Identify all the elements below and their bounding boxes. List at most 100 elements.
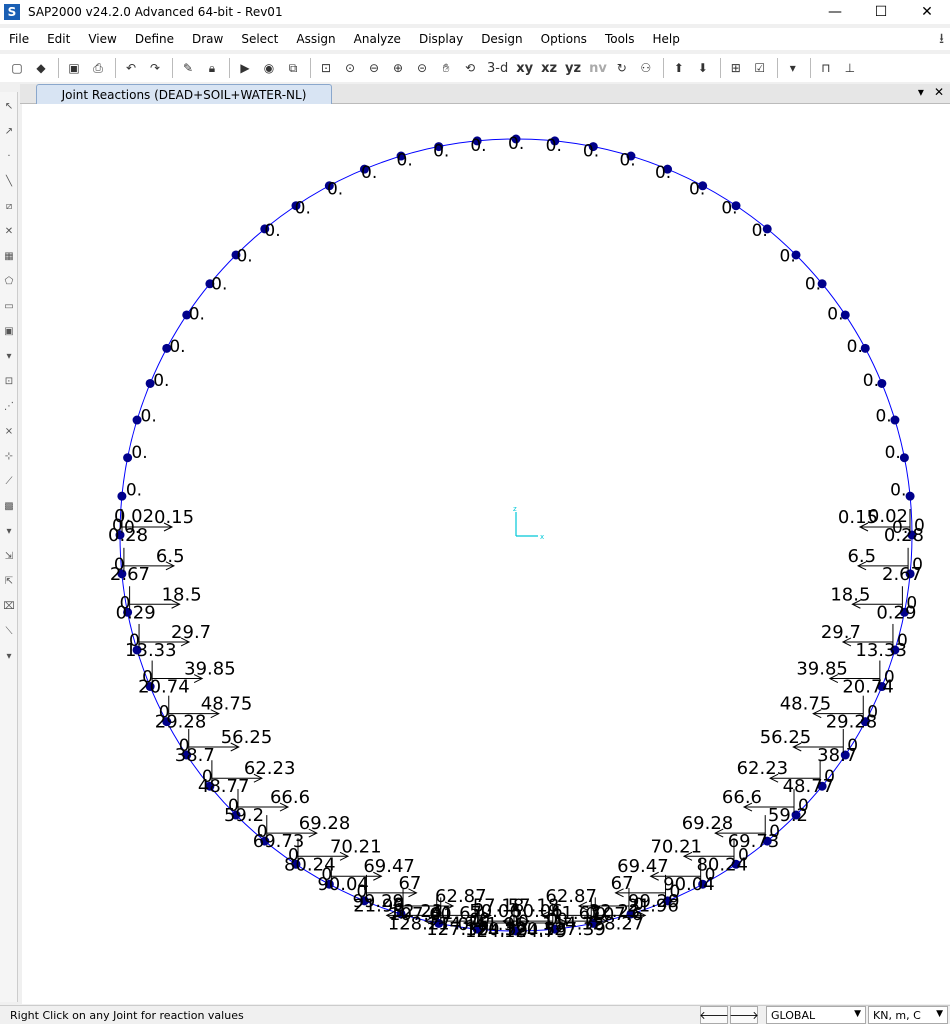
coord-system-select[interactable]: GLOBAL ▼ bbox=[766, 1006, 866, 1024]
tab-joint-reactions[interactable]: Joint Reactions (DEAD+SOIL+WATER-NL) bbox=[36, 84, 332, 104]
view-yz-button[interactable]: yz bbox=[561, 61, 585, 76]
tab-controls: ▾ ✕ bbox=[918, 85, 944, 99]
menu-display[interactable]: Display bbox=[410, 32, 472, 46]
reaction-horizontal-value: 18.5 bbox=[830, 584, 870, 605]
reaction-label: 0.02 bbox=[868, 506, 908, 527]
check-icon[interactable]: ☑ bbox=[749, 57, 771, 79]
pencil-icon[interactable]: ✎ bbox=[177, 57, 199, 79]
expand-icon[interactable]: ▾ bbox=[1, 345, 17, 367]
menu-analyze[interactable]: Analyze bbox=[345, 32, 410, 46]
draw-brace-icon[interactable]: ✕ bbox=[1, 220, 17, 242]
rotate-view-icon[interactable]: ↻ bbox=[611, 57, 633, 79]
toolbar-separator bbox=[719, 58, 721, 78]
snap-icon[interactable]: ⊹ bbox=[1, 445, 17, 467]
joint-reactions-diagram[interactable]: xz0. 0. 0. 0.0.0.0.0.0.0.0.0.0.0.0.0.0.0.0.… bbox=[22, 104, 950, 1004]
frame-icon[interactable]: ⊓ bbox=[815, 57, 837, 79]
menu-assign[interactable]: Assign bbox=[287, 32, 344, 46]
menu-define[interactable]: Define bbox=[126, 32, 183, 46]
next-arrow-icon[interactable]: 🡒 bbox=[729, 1006, 759, 1024]
menu-design[interactable]: Design bbox=[472, 32, 531, 46]
lock-icon[interactable]: 🔒︎ bbox=[201, 57, 223, 79]
view-xz-button[interactable]: xz bbox=[537, 61, 561, 76]
menu-edit[interactable]: Edit bbox=[38, 32, 79, 46]
draw-joint-icon[interactable]: · bbox=[1, 145, 17, 167]
draw-area-icon[interactable]: ⬠ bbox=[1, 270, 17, 292]
more-tools-icon[interactable]: ▾ bbox=[782, 57, 804, 79]
quick-frame-icon[interactable]: ⧄ bbox=[1, 195, 17, 217]
reaction-horizontal-value: 6.5 bbox=[156, 546, 185, 567]
cross-select-icon[interactable]: ⨯ bbox=[1, 420, 17, 442]
reaction-horizontal-value: 56.25 bbox=[760, 727, 812, 748]
menu-file[interactable]: File bbox=[0, 32, 38, 46]
download-icon[interactable]: ⭳ bbox=[939, 28, 944, 52]
previous-arrow-icon[interactable]: 🡐 bbox=[699, 1006, 729, 1024]
draw-grid-icon[interactable]: ▦ bbox=[1, 245, 17, 267]
save-icon[interactable]: ▣ bbox=[63, 57, 85, 79]
menu-view[interactable]: View bbox=[79, 32, 125, 46]
rect-area-icon[interactable]: ▭ bbox=[1, 295, 17, 317]
menu-options[interactable]: Options bbox=[532, 32, 596, 46]
reaction-label: 0 bbox=[441, 904, 452, 924]
snap-line-icon[interactable]: ⟋ bbox=[1, 470, 17, 492]
menu-select[interactable]: Select bbox=[232, 32, 287, 46]
reaction-label: 0 bbox=[912, 555, 923, 575]
move-up-icon[interactable]: ⬆ bbox=[668, 57, 690, 79]
model-canvas[interactable]: x z 0. 0. 0. 0. 0. 0. 0. 0. 0. 0. 0. 0. 0. 0. 0. 0. 0. 0. 0.… bbox=[22, 104, 950, 1004]
toolbar-separator bbox=[662, 58, 664, 78]
menu-tools[interactable]: Tools bbox=[596, 32, 644, 46]
units-select[interactable]: KN, m, C ▼ bbox=[868, 1006, 948, 1024]
tab-dropdown-icon[interactable]: ▾ bbox=[918, 85, 924, 99]
zoom-extents-icon[interactable]: ⊙ bbox=[339, 57, 361, 79]
redo-icon[interactable]: ↷ bbox=[144, 57, 166, 79]
move-down-icon[interactable]: ⬇ bbox=[692, 57, 714, 79]
support-icon[interactable]: ⊥ bbox=[839, 57, 861, 79]
toolbar-separator bbox=[776, 58, 778, 78]
quick-area-icon[interactable]: ▣ bbox=[1, 320, 17, 342]
expand-icon[interactable]: ▾ bbox=[1, 645, 17, 667]
run-icon[interactable]: ▶ bbox=[234, 57, 256, 79]
reaction-label: 0 bbox=[129, 631, 140, 651]
zoom-out-icon[interactable]: ⊝ bbox=[411, 57, 433, 79]
new-file-icon[interactable]: ▢ bbox=[6, 57, 28, 79]
refresh-view-icon[interactable]: ⧉ bbox=[282, 57, 304, 79]
zoom-window-icon[interactable]: ⊡ bbox=[315, 57, 337, 79]
reaction-label: 0. bbox=[189, 305, 205, 325]
maximize-button[interactable]: ☐ bbox=[858, 0, 904, 24]
pan-hand-icon[interactable]: ✋︎ bbox=[435, 57, 457, 79]
print-icon[interactable]: ⎙ bbox=[87, 57, 109, 79]
select-all-icon[interactable]: ⇲ bbox=[1, 545, 17, 567]
select-by-line-icon[interactable]: ⟍ bbox=[1, 620, 17, 642]
reaction-label: 0. bbox=[397, 151, 413, 171]
snap-grid-icon[interactable]: ▩ bbox=[1, 495, 17, 517]
view-3d-button[interactable]: 3-d bbox=[483, 61, 512, 76]
previous-selection-icon[interactable]: ⇱ bbox=[1, 570, 17, 592]
view-nv-button[interactable]: nv bbox=[585, 61, 611, 76]
reaction-label: 0 bbox=[824, 767, 835, 787]
minimize-button[interactable]: — bbox=[812, 0, 858, 24]
reshape-icon[interactable]: ↗ bbox=[1, 120, 17, 142]
open-file-icon[interactable]: ◆ bbox=[30, 57, 52, 79]
reaction-label: 0 bbox=[884, 668, 895, 688]
close-button[interactable]: ✕ bbox=[904, 0, 950, 24]
draw-frame-icon[interactable]: ╲ bbox=[1, 170, 17, 192]
chevron-down-icon: ▼ bbox=[936, 1009, 943, 1019]
run-options-icon[interactable]: ◉ bbox=[258, 57, 280, 79]
perspective-icon[interactable]: ⚇ bbox=[635, 57, 657, 79]
title-bar: S SAP2000 v24.2.0 Advanced 64-bit - Rev0… bbox=[0, 0, 950, 24]
expand-icon[interactable]: ▾ bbox=[1, 520, 17, 542]
tab-close-icon[interactable]: ✕ bbox=[934, 85, 944, 99]
menu-draw[interactable]: Draw bbox=[183, 32, 232, 46]
view-xy-button[interactable]: xy bbox=[512, 61, 537, 76]
link-icon[interactable]: ⋰ bbox=[1, 395, 17, 417]
undo-icon[interactable]: ↶ bbox=[120, 57, 142, 79]
rotate-icon[interactable]: ⟲ bbox=[459, 57, 481, 79]
display-options-icon[interactable]: ⊞ bbox=[725, 57, 747, 79]
zoom-in-icon[interactable]: ⊕ bbox=[387, 57, 409, 79]
reaction-label: 0 bbox=[114, 555, 125, 575]
clear-selection-icon[interactable]: ⌧ bbox=[1, 595, 17, 617]
select-icon[interactable]: ⊡ bbox=[1, 370, 17, 392]
menu-help[interactable]: Help bbox=[644, 32, 689, 46]
pointer-icon[interactable]: ↖ bbox=[1, 95, 17, 117]
zoom-previous-icon[interactable]: ⊖ bbox=[363, 57, 385, 79]
toolbar-separator bbox=[809, 58, 811, 78]
